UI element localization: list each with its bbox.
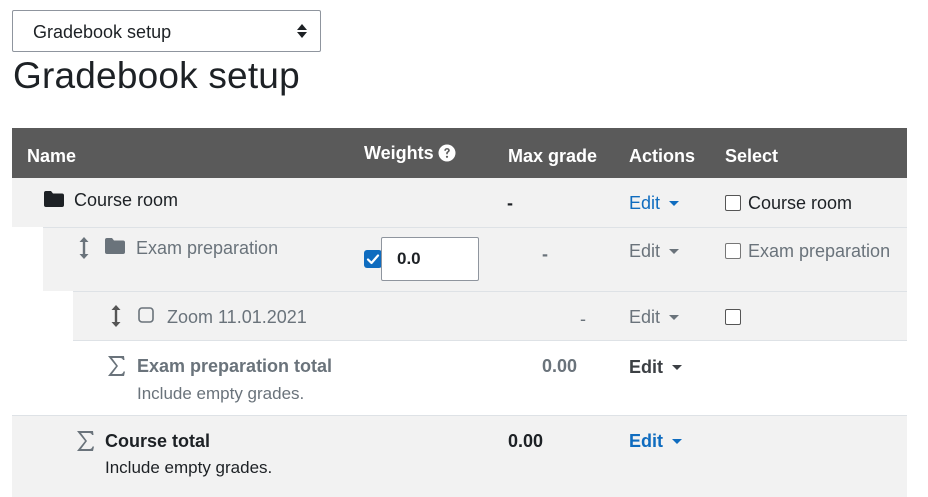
header-weights: Weights — [364, 143, 434, 163]
row-max-grade: 0.00 — [542, 356, 578, 376]
select-checkbox[interactable] — [725, 195, 741, 211]
caret-down-icon — [669, 249, 680, 254]
row-name: Course room — [74, 190, 179, 210]
header-select: Select — [725, 146, 779, 166]
select-checkbox[interactable] — [725, 243, 741, 259]
row-max-grade: - — [542, 244, 548, 264]
select-label: Exam preparation — [748, 241, 891, 261]
header-name: Name — [27, 146, 77, 166]
edit-label: Edit — [629, 431, 663, 451]
edit-menu-button[interactable]: Edit — [629, 241, 680, 262]
row-name: Course total — [105, 431, 211, 451]
sigma-icon — [77, 431, 94, 451]
table-row: Course room - Edit Course room — [12, 178, 907, 227]
folder-icon — [44, 191, 64, 207]
row-max-grade: - — [580, 309, 586, 329]
row-max-grade: - — [507, 193, 513, 213]
check-icon — [366, 254, 380, 265]
row-name: Zoom 11.01.2021 — [167, 307, 307, 327]
table-row: Exam preparation 0.0 - Edit Exam prepara… — [43, 227, 907, 291]
header-max-grade: Max grade — [508, 146, 598, 166]
select-value: Gradebook setup — [33, 22, 172, 42]
move-vertical-icon[interactable] — [111, 305, 121, 327]
edit-menu-button[interactable]: Edit — [629, 307, 680, 328]
question-circle-icon[interactable] — [438, 144, 456, 162]
edit-label: Edit — [629, 357, 663, 377]
row-max-grade: 0.00 — [508, 431, 544, 451]
edit-label: Edit — [629, 193, 661, 213]
caret-down-icon — [672, 439, 682, 444]
weight-input[interactable]: 0.0 — [381, 237, 479, 281]
row-subtext: Include empty grades. — [137, 384, 305, 403]
row-subtext: Include empty grades. — [105, 458, 273, 477]
sigma-icon — [108, 356, 125, 376]
edit-menu-button[interactable]: Edit — [629, 431, 682, 452]
row-name: Exam preparation total — [137, 356, 333, 376]
header-actions: Actions — [629, 146, 696, 166]
gradebook-setup-table: Name Weights Max grade Actions Select Co… — [12, 128, 907, 497]
table-row: Course total Include empty grades. 0.00 … — [12, 415, 907, 497]
edit-menu-button[interactable]: Edit — [629, 193, 680, 214]
folder-icon — [105, 238, 125, 254]
select-checkbox[interactable] — [725, 309, 741, 325]
table-header: Name Weights Max grade Actions Select — [12, 128, 907, 178]
weight-override-checkbox[interactable] — [364, 250, 382, 268]
edit-menu-button[interactable]: Edit — [629, 357, 682, 378]
edit-label: Edit — [629, 241, 661, 261]
move-vertical-icon[interactable] — [79, 237, 89, 259]
caret-down-icon — [669, 201, 680, 206]
table-row: Exam preparation total Include empty gra… — [73, 340, 907, 415]
select-label: Course room — [748, 193, 853, 213]
gradebook-view-select[interactable]: Gradebook setup — [12, 10, 321, 52]
sort-arrows-icon — [297, 24, 307, 38]
item-type-icon — [138, 307, 154, 323]
edit-label: Edit — [629, 307, 661, 327]
caret-down-icon — [672, 365, 682, 370]
caret-down-icon — [669, 315, 680, 320]
row-name: Exam preparation — [136, 238, 279, 258]
page-title: Gradebook setup — [13, 55, 300, 96]
table-row: Zoom 11.01.2021 - Edit — [73, 291, 907, 340]
